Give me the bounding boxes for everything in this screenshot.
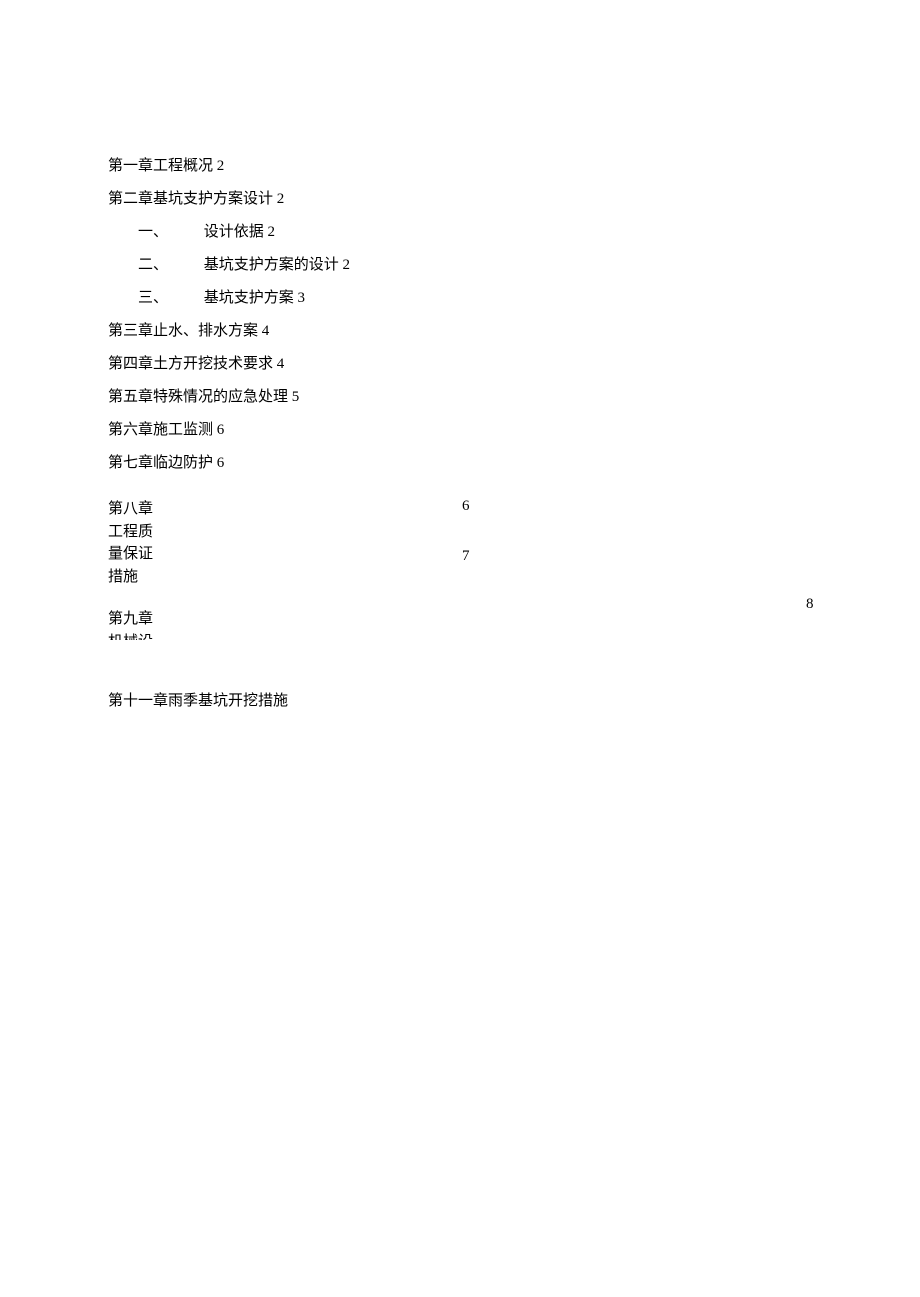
toc-sub-text: 基坑支护方案的设计 2 [204,257,350,273]
toc-container: 第一章工程概况 2 第二章基坑支护方案设计 2 一、 设计依据 2 二、 基坑支… [108,150,812,718]
toc-item: 第五章特殊情况的应急处理 5 [108,381,812,414]
page-number: 6 [462,498,470,515]
toc-item: 第一章工程概况 2 [108,150,812,183]
toc-sub-item: 三、 基坑支护方案 3 [108,282,812,315]
toc-sub-num: 三、 [138,282,200,315]
toc-item: 第四章土方开挖技术要求 4 [108,348,812,381]
toc-item-text: 第八章工程质量保证措施 [108,498,156,588]
toc-sub-text: 基坑支护方案 3 [204,290,305,306]
toc-item-text: 第九章机械设备组 [108,608,156,640]
toc-sub-item: 一、 设计依据 2 [108,216,812,249]
toc-sub-item: 二、 基坑支护方案的设计 2 [108,249,812,282]
toc-item: 第十一章雨季基坑开挖措施 [108,685,812,718]
toc-sub-text: 设计依据 2 [204,224,275,240]
toc-item: 第二章基坑支护方案设计 2 [108,183,812,216]
toc-item: 第三章止水、排水方案 4 [108,315,812,348]
toc-item: 第七章临边防护 6 [108,447,812,480]
page-number: 7 [462,548,470,565]
toc-item-chapter9: 第九章机械设备组 [108,608,812,640]
page-number: 8 [806,596,814,613]
toc-item: 第六章施工监测 6 [108,414,812,447]
toc-sub-num: 一、 [138,216,200,249]
toc-sub-num: 二、 [138,249,200,282]
toc-item-chapter8: 第八章工程质量保证措施 6 7 [108,498,812,588]
